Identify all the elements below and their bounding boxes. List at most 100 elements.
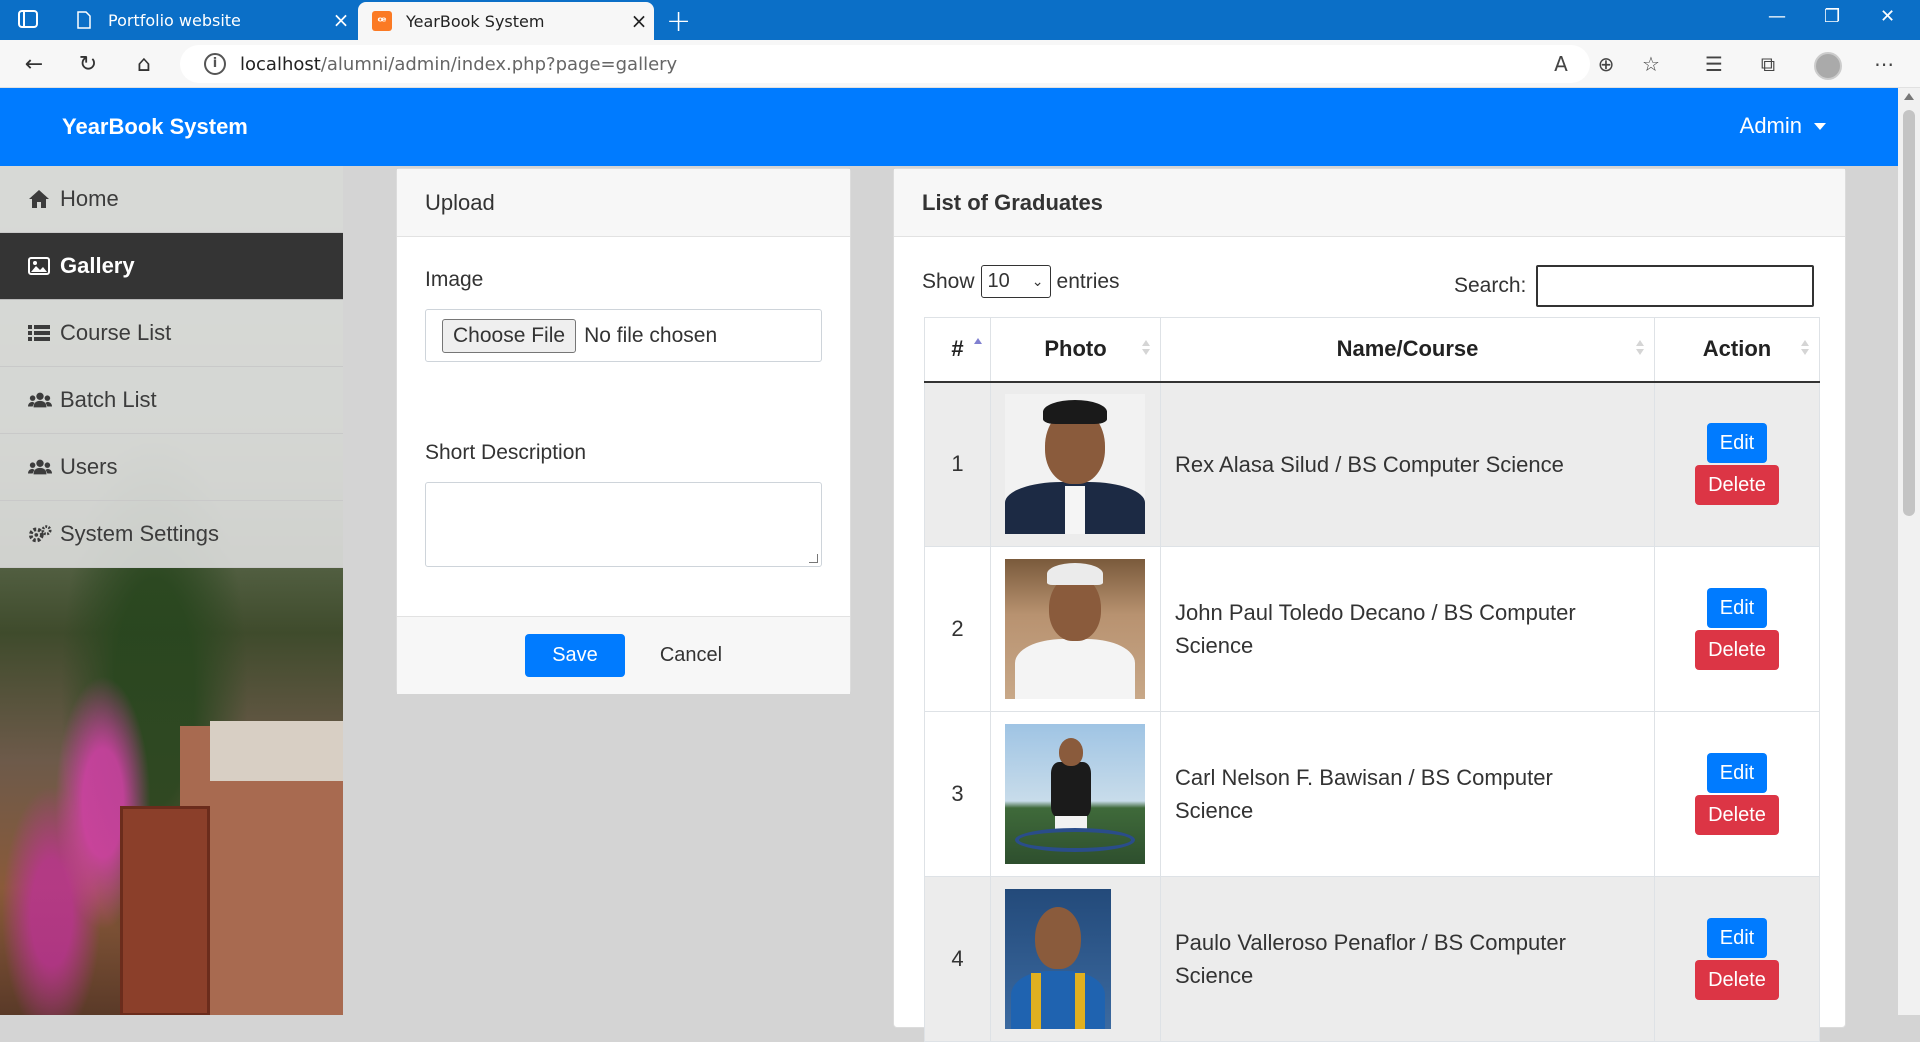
favorites-icon[interactable]: ☰ — [1698, 48, 1730, 80]
graduate-name-course: Carl Nelson F. Bawisan / BS Computer Sci… — [1160, 711, 1655, 877]
background-pillar — [120, 806, 210, 1015]
row-number: 4 — [924, 876, 991, 1042]
sort-icon — [1142, 340, 1150, 355]
more-icon[interactable]: ⋯ — [1868, 48, 1900, 80]
tab-title: YearBook System — [406, 11, 545, 31]
url-path: /alumni/admin/index.php?page=gallery — [320, 53, 678, 75]
column-header-name-course[interactable]: Name/Course — [1160, 317, 1655, 383]
sidebar-item-users[interactable]: Users — [0, 434, 343, 501]
tab-portfolio[interactable]: Portfolio website × — [60, 0, 356, 40]
scroll-thumb[interactable] — [1903, 110, 1915, 516]
page-scrollbar[interactable] — [1898, 88, 1920, 1015]
photo-cell — [990, 876, 1161, 1042]
sidebar-item-course-list[interactable]: Course List — [0, 300, 343, 367]
delete-button[interactable]: Delete — [1695, 465, 1779, 506]
table-search: Search: — [1454, 265, 1815, 307]
add-favorite-icon[interactable]: ☆ — [1635, 48, 1667, 80]
sidebar-item-batch-list[interactable]: Batch List — [0, 367, 343, 434]
graduate-name-course: Paulo Valleroso Penaflor / BS Computer S… — [1160, 876, 1655, 1042]
no-file-text: No file chosen — [584, 323, 718, 347]
close-tab-icon[interactable]: × — [326, 8, 356, 32]
site-info-icon[interactable]: i — [204, 53, 226, 75]
action-cell: Edit Delete — [1654, 546, 1820, 712]
sidebar-item-label: System Settings — [60, 521, 219, 546]
sidebar-item-gallery[interactable]: Gallery — [0, 233, 343, 300]
description-textarea[interactable] — [425, 482, 822, 567]
profile-avatar[interactable] — [1814, 52, 1842, 80]
caret-down-icon — [1814, 122, 1826, 130]
graduate-photo — [1005, 889, 1111, 1029]
scroll-up-icon[interactable] — [1904, 93, 1914, 100]
entries-length-control: Show 10 ⌄ entries — [922, 265, 1120, 298]
edit-button[interactable]: Edit — [1707, 423, 1767, 464]
resize-handle-icon[interactable] — [809, 554, 818, 563]
photo-cell — [990, 381, 1161, 547]
refresh-icon[interactable]: ↻ — [72, 48, 104, 80]
entries-select[interactable]: 10 ⌄ — [980, 265, 1051, 298]
column-header-number[interactable]: # — [924, 317, 991, 383]
delete-button[interactable]: Delete — [1695, 795, 1779, 835]
page-icon — [74, 10, 94, 30]
sidebar-item-label: Gallery — [60, 253, 135, 278]
minimize-icon[interactable]: — — [1768, 6, 1786, 27]
row-number: 1 — [924, 381, 991, 547]
collections-icon[interactable]: ⧉ — [1752, 48, 1784, 80]
graduates-card: List of Graduates Show 10 ⌄ entries Sear… — [893, 168, 1846, 1042]
svg-text:ꟹ: ꟹ — [378, 15, 387, 30]
sidebar-item-system-settings[interactable]: System Settings — [0, 501, 343, 568]
image-file-input[interactable]: Choose File No file chosen — [425, 309, 822, 362]
admin-dropdown[interactable]: Admin — [1740, 113, 1826, 139]
back-icon[interactable]: ← — [18, 48, 50, 80]
photo-cell — [990, 711, 1161, 877]
column-header-photo[interactable]: Photo — [990, 317, 1161, 383]
restore-icon[interactable]: ❐ — [1824, 6, 1840, 27]
sidebar-item-label: Users — [60, 454, 118, 479]
upload-card: Upload Image Choose File No file chosen … — [396, 168, 851, 694]
search-label: Search: — [1454, 274, 1527, 297]
table-row: 2 John Paul Toledo Decano / BS Computer … — [924, 546, 1820, 712]
sidebar-item-label: Batch List — [60, 387, 157, 412]
app-navbar: YearBook System Admin — [0, 88, 1898, 166]
home-icon[interactable]: ⌂ — [128, 48, 160, 80]
admin-label: Admin — [1739, 113, 1802, 138]
sidebar-item-home[interactable]: Home — [0, 166, 343, 233]
edit-button[interactable]: Edit — [1707, 918, 1767, 958]
brand-title[interactable]: YearBook System — [62, 114, 248, 140]
cancel-button[interactable]: Cancel — [641, 634, 741, 677]
browser-toolbar: ← ↻ ⌂ i localhost/alumni/admin/index.php… — [0, 40, 1920, 88]
column-header-label: Action — [1702, 336, 1772, 362]
close-tab-icon[interactable]: × — [624, 9, 654, 33]
address-bar[interactable]: i localhost/alumni/admin/index.php?page=… — [180, 45, 1590, 83]
home-icon — [28, 189, 52, 209]
tab-actions-icon[interactable] — [18, 10, 40, 30]
list-icon — [28, 324, 52, 342]
url-host: localhost — [240, 53, 321, 75]
action-cell: Edit Delete — [1654, 711, 1820, 877]
new-tab-icon[interactable]: + — [666, 4, 691, 39]
table-row: 1 Rex Alasa Silud / BS Computer Science … — [924, 381, 1820, 547]
entries-select-value: 10 — [987, 270, 1010, 292]
tab-yearbook[interactable]: ꟹ YearBook System × — [358, 2, 654, 40]
edit-button[interactable]: Edit — [1707, 753, 1767, 793]
action-cell: Edit Delete — [1654, 876, 1820, 1042]
image-label: Image — [425, 268, 484, 291]
graduates-table: # Photo Name/Course Action 1 Rex Alasa S… — [924, 317, 1820, 1042]
zoom-icon[interactable]: ⊕ — [1590, 48, 1622, 80]
graduate-photo — [1005, 394, 1145, 535]
entries-label: entries — [1056, 269, 1120, 293]
edit-button[interactable]: Edit — [1707, 588, 1767, 628]
delete-button[interactable]: Delete — [1695, 630, 1779, 670]
column-header-label: # — [951, 336, 964, 362]
xampp-icon: ꟹ — [372, 11, 392, 31]
read-aloud-icon[interactable]: A — [1545, 48, 1577, 80]
table-row: 3 Carl Nelson F. Bawisan / BS Computer S… — [924, 711, 1820, 877]
search-input[interactable] — [1536, 265, 1815, 307]
close-window-icon[interactable]: ✕ — [1880, 6, 1895, 27]
delete-button[interactable]: Delete — [1695, 960, 1779, 1000]
users-icon — [28, 458, 52, 476]
save-button[interactable]: Save — [525, 634, 625, 677]
table-header-row: # Photo Name/Course Action — [924, 317, 1820, 383]
choose-file-button[interactable]: Choose File — [442, 318, 577, 353]
column-header-action[interactable]: Action — [1654, 317, 1820, 383]
upload-card-footer: Save Cancel — [397, 616, 850, 694]
